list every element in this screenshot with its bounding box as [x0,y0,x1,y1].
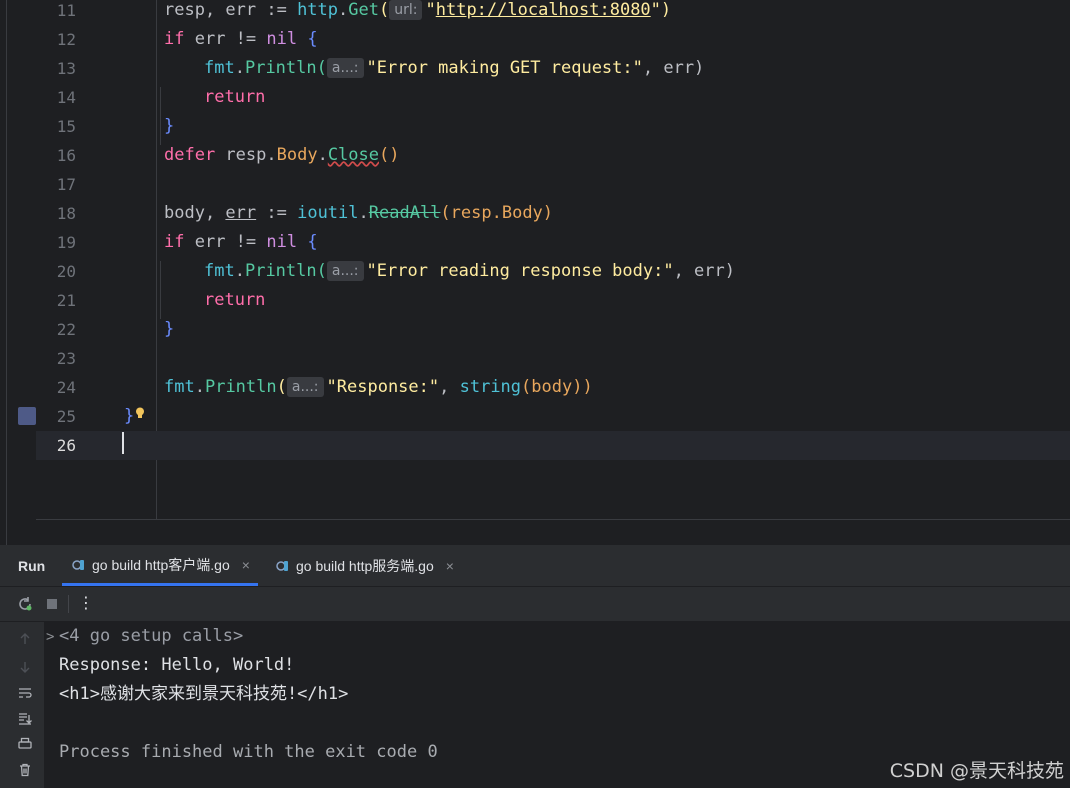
editor-bottom-bar [36,519,1070,546]
line-number: 13 [56,59,76,78]
close-icon[interactable]: × [446,558,454,574]
line-number: 19 [56,233,76,252]
line-number: 20 [56,262,76,281]
tab-label: go build http客户端.go [92,556,230,573]
line-number: 25 [56,407,76,426]
code-editor[interactable]: 11 resp, err := http.Get(url: "http://loc… [0,0,1070,546]
text-caret [122,432,124,454]
go-build-icon [276,561,288,571]
console-line: <h1>感谢大家来到景天科技苑!</h1> [59,684,349,704]
run-title: Run [18,558,46,574]
parameter-hint: a...: [286,377,324,397]
close-icon[interactable]: × [242,557,250,573]
run-tab-client[interactable]: go build http客户端.go × [62,546,258,586]
scroll-to-end-icon[interactable] [17,711,33,727]
code-line: 20 fmt.Println(a...: "Error reading respo… [36,257,1070,286]
line-number: 24 [56,378,76,397]
code-line: 12 if err != nil { [36,25,1070,54]
run-tool-window-header: Run go build http客户端.go × go build http服… [0,546,1070,587]
code-line: 15 } [36,112,1070,141]
line-number: 18 [56,204,76,223]
expand-arrow-icon[interactable]: > [46,629,54,645]
code-line: 23 [36,344,1070,373]
soft-wrap-icon[interactable] [17,685,33,701]
code-line: 21 return [36,286,1070,315]
tab-label: go build http服务端.go [296,558,434,574]
code-line: 13 fmt.Println(a...: "Error making GET re… [36,54,1070,83]
toolbar-divider [68,595,69,613]
line-number: 15 [56,117,76,136]
lightbulb-icon[interactable] [135,407,145,419]
line-number: 22 [56,320,76,339]
url-link[interactable]: http://localhost:8080 [436,0,651,20]
parameter-hint: a...: [326,58,364,78]
run-tab-server[interactable]: go build http服务端.go × [268,546,462,586]
watermark: CSDN @景天科技苑 [889,760,1064,782]
console-line: Response: Hello, World! [59,655,295,675]
line-number: 11 [56,1,76,20]
code-line: 11 resp, err := http.Get(url: "http://loc… [36,0,1070,25]
stop-icon[interactable] [44,596,60,612]
line-number: 26 [56,436,76,455]
arrow-down-icon[interactable] [17,659,33,675]
code-line: 17 [36,170,1070,199]
code-area[interactable]: 11 resp, err := http.Get(url: "http://loc… [36,0,1070,519]
line-number: 17 [56,175,76,194]
line-number: 23 [56,349,76,368]
parameter-hint: url: [389,0,423,20]
line-number: 16 [56,146,76,165]
rerun-icon[interactable] [17,596,33,612]
code-line: 22 } [36,315,1070,344]
code-line: 14 return [36,83,1070,112]
go-build-icon [72,559,84,570]
code-line: 25 } [36,402,1070,431]
print-icon[interactable] [17,736,33,752]
arrow-up-icon[interactable] [17,631,33,647]
parameter-hint: a...: [326,261,364,281]
line-number: 14 [56,88,76,107]
run-toolbar: ⋮ [0,587,1070,622]
code-line: 24 fmt.Println(a...: "Response:", string(… [36,373,1070,402]
line-number: 21 [56,291,76,310]
console-line-exit: Process finished with the exit code 0 [59,742,438,762]
code-line: 18 body, err := ioutil.ReadAll(resp.Body… [36,199,1070,228]
gutter-marker [18,407,36,425]
more-options-icon[interactable]: ⋮ [78,593,94,612]
code-line: 16 defer resp.Body.Close() [36,141,1070,170]
current-line[interactable]: 26 [36,431,1070,460]
console-line-setup-calls[interactable]: <4 go setup calls> [59,622,243,651]
trash-icon[interactable] [17,762,33,778]
console-side-toolbar [0,622,44,788]
editor-left-strip [0,0,36,545]
line-number: 12 [56,30,76,49]
code-line: 19 if err != nil { [36,228,1070,257]
